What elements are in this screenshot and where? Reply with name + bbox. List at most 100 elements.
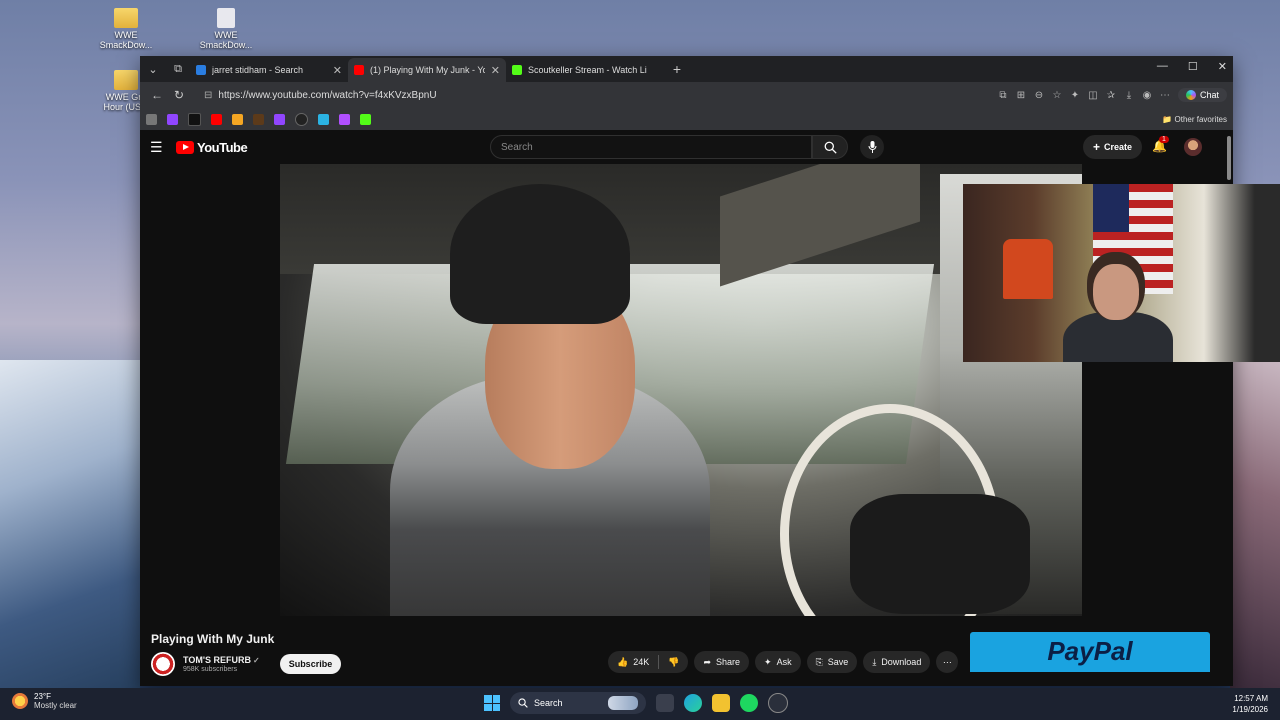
new-tab-plus-icon[interactable]: + [666,58,688,80]
microphone-icon [868,141,876,153]
profile-icon[interactable]: ◉ [1138,90,1156,101]
search-button[interactable] [812,135,848,159]
search-icon [824,141,837,154]
close-window-icon[interactable]: ✕ [1218,60,1227,73]
maximize-icon[interactable]: ☐ [1188,60,1198,73]
taskbar-search[interactable]: Search [510,692,646,714]
purple-fav-icon[interactable] [274,113,285,125]
notification-badge: 1 [1159,136,1169,143]
more-menu-icon[interactable]: ⋯ [1156,90,1174,101]
search-highlight-image [608,696,638,710]
search-icon [518,698,528,708]
other-favorites[interactable]: 📁 Other favorites [1162,115,1227,124]
tab-search[interactable]: jarret stidham - Search ✕ [190,58,348,82]
split-screen-icon[interactable]: ◫ [1084,90,1102,101]
create-label: Create [1104,142,1133,152]
close-tab-icon[interactable]: ✕ [491,64,500,77]
favorites-icon[interactable]: ✰ [1102,90,1120,101]
site-info-icon[interactable]: ⊟ [204,90,212,101]
twitch-fav-icon[interactable] [167,113,178,125]
webcam-jersey [1003,239,1053,299]
like-count[interactable]: 24K [633,657,649,667]
search-input[interactable]: Search [490,135,812,159]
favorites-toggle-icon[interactable] [146,113,157,125]
browser-window: ⌄ ⧉ jarret stidham - Search ✕ (1) Playin… [140,56,1233,686]
clock-time: 12:57 AM [1234,694,1268,703]
bookmark-fav-icon[interactable] [232,113,243,125]
reader-mode-icon[interactable]: ⊞ [1012,90,1030,101]
desktop-icon-wwe-1[interactable]: WWE SmackDow... [98,8,154,50]
download-button[interactable]: ⤓ Download [863,651,931,673]
sparkle-icon: ✦ [764,656,772,667]
divider [658,655,660,669]
video-scene-driver [390,184,750,616]
edge-icon[interactable] [684,694,702,712]
x-fav-icon[interactable] [188,112,201,126]
bookmark-icon: ⎘ [815,656,823,667]
plus-icon: + [1093,140,1101,154]
create-button[interactable]: + Create [1083,135,1143,159]
paypal-ad[interactable]: PayPal [970,632,1210,686]
copilot-icon [1185,90,1196,100]
avatar[interactable] [1184,138,1202,156]
copilot-chat-button[interactable]: Chat [1177,88,1227,102]
thumbs-up-icon[interactable]: 👍 [617,657,628,668]
youtube-fav-icon[interactable] [211,113,222,125]
desktop-icon-wwe-2[interactable]: WWE SmackDow... [198,8,254,50]
url-bar[interactable]: ⊟ https://www.youtube.com/watch?v=f4xKVz… [196,86,988,104]
workspaces-icon[interactable]: ⧉ [167,58,189,80]
app-available-icon[interactable]: ⧉ [994,90,1012,101]
channel-name-row[interactable]: TOM'S REFURB ✓ [183,655,260,665]
favorite-star-icon[interactable]: ☆ [1048,90,1066,101]
refresh-icon[interactable]: ↻ [168,88,190,102]
zoom-icon[interactable]: ⊖ [1030,90,1048,101]
voice-search-button[interactable] [860,135,884,159]
minimize-icon[interactable]: — [1157,60,1168,73]
video-player[interactable] [280,164,1082,616]
share-button[interactable]: ➦ Share [694,651,750,673]
hamburger-menu-icon[interactable]: ☰ [150,139,176,156]
like-dislike-group: 👍 24K 👎 [608,651,689,673]
site-fav-icon[interactable] [253,113,264,125]
tab-menu-chevron-icon[interactable]: ⌄ [142,58,164,80]
save-button[interactable]: ⎘ Save [806,651,858,673]
search-favicon-icon [196,65,206,75]
channel-avatar[interactable] [151,652,175,676]
tab-youtube[interactable]: (1) Playing With My Junk - Yo ✕ [348,58,506,82]
extensions-puzzle-icon[interactable]: ✦ [1066,90,1084,101]
taskbar-search-label: Search [534,698,563,708]
paypal-logo: PayPal [1047,636,1133,666]
scrollbar-thumb[interactable] [1227,136,1231,180]
logo-text: YouTube [197,139,248,155]
obs-icon[interactable] [768,693,788,713]
other-favorites-label: Other favorites [1174,114,1227,124]
taskbar-center: Search [484,692,788,714]
search-placeholder: Search [501,141,533,153]
weather-widget[interactable]: 23°F Mostly clear [12,692,77,710]
windows-start-icon[interactable] [484,695,500,711]
download-icon[interactable]: ⤓ [1120,90,1138,101]
task-view-icon[interactable] [656,694,674,712]
notifications-button[interactable]: 🔔 1 [1152,136,1169,153]
taskbar: 23°F Mostly clear Search 12:57 AM 1/19/2… [0,688,1280,720]
cyan-fav-icon[interactable] [318,113,329,125]
back-arrow-icon[interactable]: ← [146,88,168,102]
violet-fav-icon[interactable] [339,113,350,125]
temperature: 23°F [34,692,51,701]
ask-button[interactable]: ✦ Ask [755,651,801,673]
spotify-icon[interactable] [740,694,758,712]
close-tab-icon[interactable]: ✕ [333,64,342,77]
share-arrow-icon: ➦ [703,656,711,667]
subscribe-button[interactable]: Subscribe [279,654,342,674]
youtube-logo[interactable]: YouTube [176,139,248,155]
thumbs-down-icon[interactable]: 👎 [668,657,679,668]
weather-condition: Mostly clear [34,701,77,710]
github-fav-icon[interactable] [295,112,308,126]
more-actions-icon[interactable]: ⋯ [936,651,959,673]
tab-bar: ⌄ ⧉ jarret stidham - Search ✕ (1) Playin… [140,56,1233,82]
system-clock[interactable]: 12:57 AM 1/19/2026 [1232,693,1268,715]
file-explorer-icon[interactable] [712,694,730,712]
tab-kick[interactable]: Scoutkeller Stream - Watch Li [506,58,664,82]
desktop-icon-label: WWE SmackDow... [199,30,253,50]
kick-fav-icon[interactable] [360,113,371,125]
